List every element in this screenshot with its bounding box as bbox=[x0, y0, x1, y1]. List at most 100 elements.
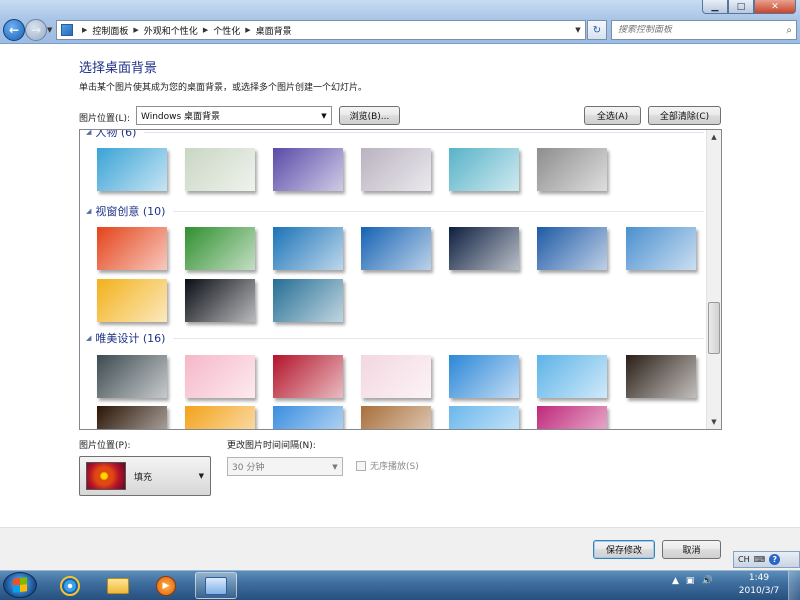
wallpaper-thumbnail-design[interactable] bbox=[449, 406, 519, 429]
address-dropdown-icon[interactable]: ▼ bbox=[571, 26, 585, 34]
shuffle-checkbox[interactable]: 无序播放(S) bbox=[356, 459, 419, 472]
chevron-right-icon[interactable]: ▶ bbox=[245, 26, 250, 34]
wallpaper-thumbnail-windows[interactable] bbox=[185, 227, 255, 270]
collapse-icon[interactable]: ◢ bbox=[86, 130, 91, 136]
breadcrumb-item-desktop-background[interactable]: 桌面背景 bbox=[256, 24, 292, 37]
show-desktop-button[interactable] bbox=[788, 571, 800, 600]
breadcrumb-item-appearance[interactable]: 外观和个性化 bbox=[144, 24, 198, 37]
volume-icon[interactable]: 🔊 bbox=[701, 576, 712, 586]
wallpaper-thumbnail-design[interactable] bbox=[185, 355, 255, 398]
wallpaper-thumbnail-design[interactable] bbox=[97, 406, 167, 429]
wallpaper-thumbnail-design[interactable] bbox=[361, 355, 431, 398]
wallpaper-thumbnail-design[interactable] bbox=[273, 406, 343, 429]
taskbar-media-player[interactable]: ▶ bbox=[146, 572, 186, 599]
wallpaper-thumbnail-windows[interactable] bbox=[626, 227, 696, 270]
wallpaper-thumbnail-people[interactable] bbox=[273, 148, 343, 191]
group-header-design[interactable]: ◢ 唯美设计 (16) bbox=[86, 330, 704, 346]
start-button[interactable] bbox=[3, 572, 37, 598]
breadcrumb-item-control-panel[interactable]: 控制面板 bbox=[92, 24, 128, 37]
taskbar-control-panel[interactable] bbox=[195, 572, 237, 599]
back-button[interactable]: ← bbox=[3, 19, 25, 41]
chevron-right-icon[interactable]: ▶ bbox=[133, 26, 138, 34]
cancel-button[interactable]: 取消 bbox=[662, 540, 721, 559]
wallpaper-thumbnail-people[interactable] bbox=[537, 148, 607, 191]
scroll-down-icon[interactable]: ▼ bbox=[707, 415, 721, 429]
search-input[interactable] bbox=[618, 25, 778, 35]
help-icon[interactable]: ? bbox=[769, 554, 781, 565]
taskbar-file-explorer[interactable] bbox=[98, 572, 138, 599]
checkbox-box[interactable] bbox=[356, 460, 366, 471]
wallpaper-thumbnail-design[interactable] bbox=[185, 406, 255, 429]
search-icon[interactable]: ⌕ bbox=[786, 25, 792, 36]
minimize-button[interactable]: ▁ bbox=[702, 0, 728, 14]
taskbar-internet-explorer[interactable] bbox=[50, 572, 90, 599]
wallpaper-thumbnail-design[interactable] bbox=[537, 406, 607, 429]
picture-position-select[interactable]: 填充 ▼ bbox=[79, 456, 211, 496]
refresh-button[interactable]: ↻ bbox=[587, 20, 607, 40]
wallpaper-thumbnail-design[interactable] bbox=[361, 406, 431, 429]
clear-all-button[interactable]: 全部清除(C) bbox=[648, 106, 721, 125]
recent-pages-dropdown[interactable]: ▼ bbox=[47, 26, 52, 34]
language-indicator[interactable]: CH bbox=[738, 555, 750, 564]
picture-position-label: 图片位置(P): bbox=[79, 441, 131, 451]
scroll-up-icon[interactable]: ▲ bbox=[707, 130, 721, 144]
close-button[interactable]: ✕ bbox=[754, 0, 796, 14]
group-header-people[interactable]: ◢ 人物 (6) bbox=[86, 130, 704, 140]
wallpaper-thumbnail-windows[interactable] bbox=[185, 279, 255, 322]
interval-select[interactable]: 30 分钟 ▼ bbox=[227, 457, 343, 476]
picture-location-value: Windows 桌面背景 bbox=[141, 112, 221, 122]
picture-location-select[interactable]: Windows 桌面背景 ▼ bbox=[136, 106, 332, 125]
language-bar[interactable]: CH ⌨ ? bbox=[733, 551, 800, 568]
wallpaper-thumbnail-people[interactable] bbox=[361, 148, 431, 191]
group-header-windows[interactable]: ◢ 视窗创意 (10) bbox=[86, 203, 704, 219]
chevron-down-icon[interactable]: ▼ bbox=[199, 472, 204, 480]
save-changes-button[interactable]: 保存修改 bbox=[593, 540, 655, 559]
select-all-button[interactable]: 全选(A) bbox=[584, 106, 641, 125]
wallpaper-list[interactable]: ◢ 人物 (6) ◢ 视窗创意 (10) ◢ 唯美设计 (16) ▲ ▼ bbox=[79, 129, 722, 430]
clock[interactable]: 1:49 2010/3/7 bbox=[734, 572, 784, 598]
group-divider bbox=[173, 210, 704, 212]
wallpaper-thumbnail-design[interactable] bbox=[626, 355, 696, 398]
scrollbar-thumb[interactable] bbox=[708, 302, 720, 354]
wallpaper-thumbnail-people[interactable] bbox=[185, 148, 255, 191]
clock-time: 1:49 bbox=[748, 573, 770, 583]
wallpaper-thumbnail-windows[interactable] bbox=[273, 227, 343, 270]
address-bar[interactable]: ▶ 控制面板 ▶ 外观和个性化 ▶ 个性化 ▶ 桌面背景 ▼ bbox=[56, 20, 586, 40]
wallpaper-thumbnail-windows[interactable] bbox=[537, 227, 607, 270]
control-panel-icon bbox=[61, 24, 73, 36]
wallpaper-thumbnail-design[interactable] bbox=[449, 355, 519, 398]
collapse-icon[interactable]: ◢ bbox=[86, 207, 91, 215]
chevron-down-icon[interactable]: ▼ bbox=[317, 112, 331, 120]
show-hidden-icons-icon[interactable]: ▲ bbox=[672, 576, 679, 586]
browse-button[interactable]: 浏览(B)... bbox=[339, 106, 400, 125]
shuffle-label: 无序播放(S) bbox=[370, 462, 419, 472]
control-panel-icon bbox=[205, 576, 227, 595]
search-box[interactable]: ⌕ bbox=[611, 20, 797, 40]
collapse-icon[interactable]: ◢ bbox=[86, 334, 91, 342]
network-icon[interactable]: ▣ bbox=[686, 576, 695, 586]
wallpaper-thumbnail-design[interactable] bbox=[537, 355, 607, 398]
wallpaper-thumbnail-windows[interactable] bbox=[97, 279, 167, 322]
wallpaper-thumbnail-design[interactable] bbox=[97, 355, 167, 398]
page-title: 选择桌面背景 bbox=[79, 61, 158, 76]
maximize-button[interactable]: □ bbox=[728, 0, 754, 14]
wallpaper-thumbnail-windows[interactable] bbox=[273, 279, 343, 322]
wallpaper-thumbnail-design[interactable] bbox=[273, 355, 343, 398]
breadcrumb-item-personalization[interactable]: 个性化 bbox=[213, 24, 240, 37]
wallpaper-thumbnail-windows[interactable] bbox=[361, 227, 431, 270]
windows-logo-icon bbox=[13, 577, 27, 593]
forward-button[interactable]: → bbox=[25, 19, 47, 41]
group-divider bbox=[144, 131, 704, 133]
chevron-right-icon[interactable]: ▶ bbox=[203, 26, 208, 34]
keyboard-icon[interactable]: ⌨ bbox=[754, 555, 766, 564]
page-description: 单击某个图片使其成为您的桌面背景，或选择多个图片创建一个幻灯片。 bbox=[79, 83, 368, 93]
vertical-scrollbar[interactable]: ▲ ▼ bbox=[706, 130, 721, 429]
interval-label: 更改图片时间间隔(N): bbox=[227, 441, 316, 451]
wallpaper-thumbnail-windows[interactable] bbox=[449, 227, 519, 270]
group-divider bbox=[173, 337, 704, 339]
wallpaper-thumbnail-people[interactable] bbox=[97, 148, 167, 191]
chevron-right-icon[interactable]: ▶ bbox=[82, 26, 87, 34]
wallpaper-thumbnail-windows[interactable] bbox=[97, 227, 167, 270]
wallpaper-thumbnail-people[interactable] bbox=[449, 148, 519, 191]
chevron-down-icon[interactable]: ▼ bbox=[328, 463, 342, 471]
